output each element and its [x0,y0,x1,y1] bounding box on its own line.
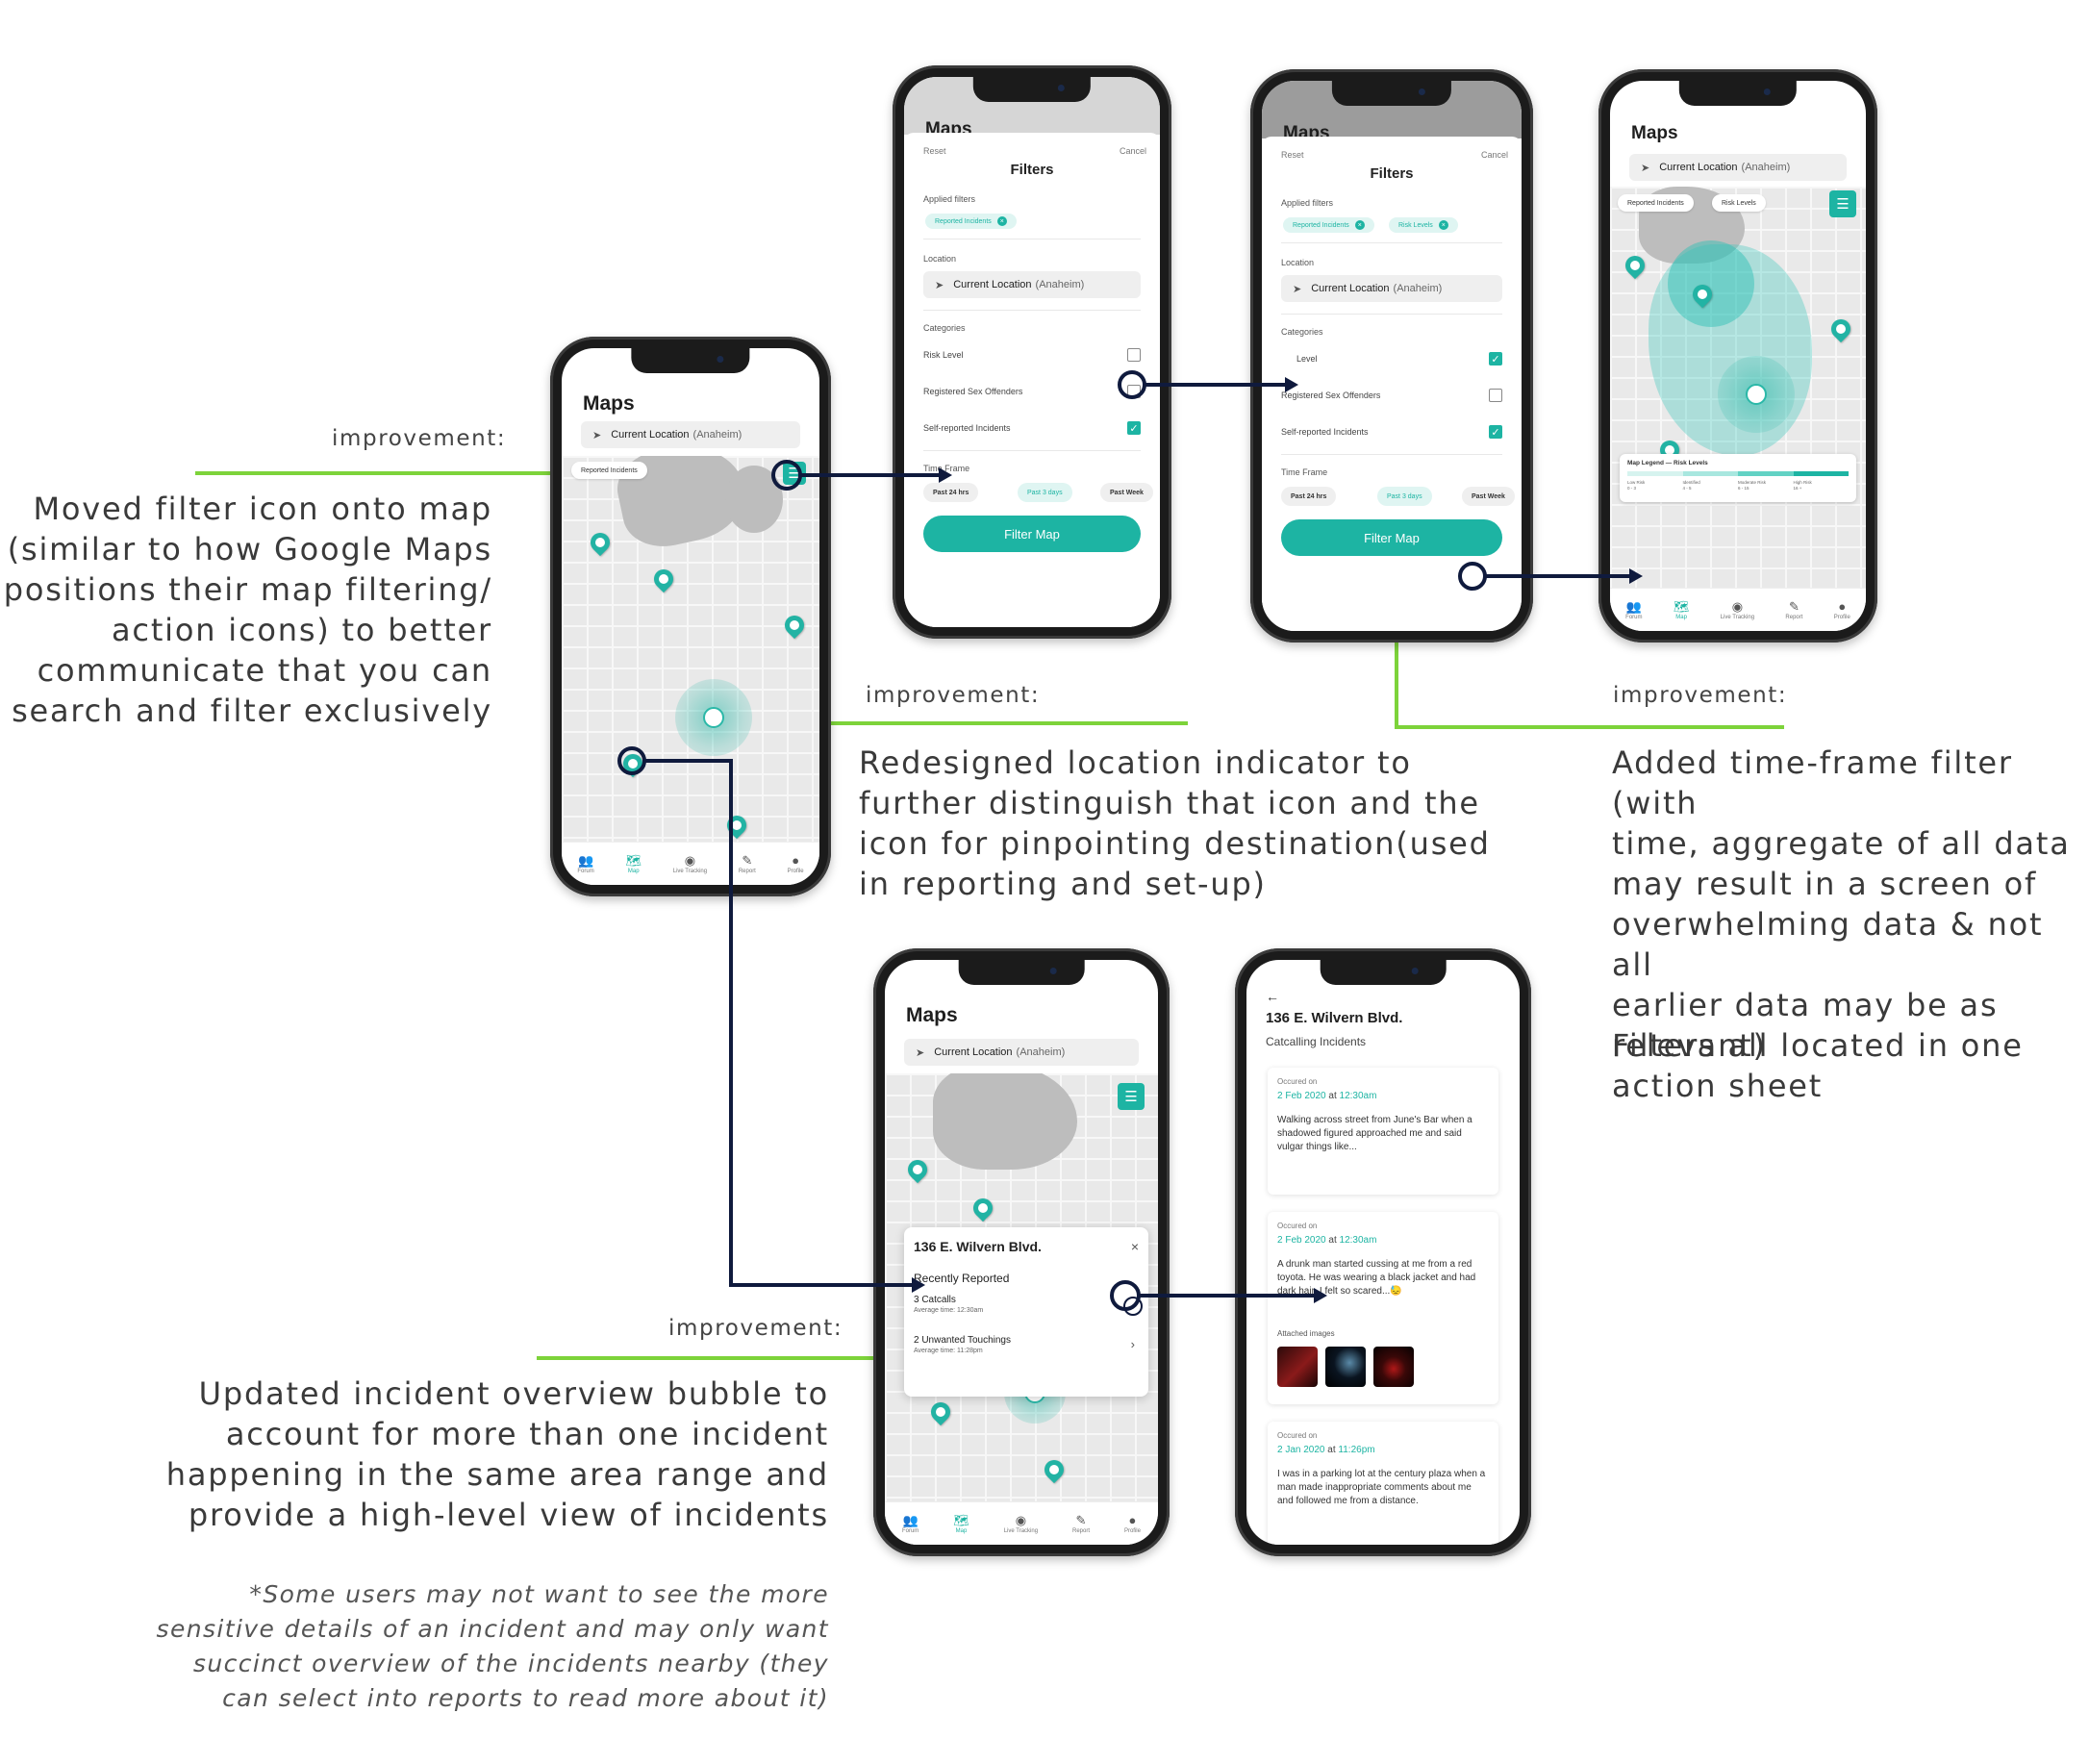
camera-dot [1764,88,1772,95]
phone-notch [972,77,1092,102]
flow-connectors [617,370,1643,1311]
arrowhead [939,467,952,483]
connector-circle [1110,1280,1141,1311]
phone-notch [958,960,1085,985]
camera-dot [1049,968,1057,974]
camera-dot [1418,88,1425,95]
connector-circle [617,746,646,775]
connector-circle [1118,370,1146,399]
arrowhead [1285,377,1298,392]
arrowhead [1629,568,1643,584]
phone-notch [1331,81,1452,106]
connector-circle [1458,562,1487,591]
arrowhead [912,1277,925,1293]
connector-circle [771,460,802,491]
camera-dot [1411,968,1419,974]
camera-dot [1058,85,1066,91]
phone-notch [1678,81,1798,106]
connector-line [644,759,916,1287]
phone-notch [1320,960,1447,985]
arrowhead [1314,1288,1327,1303]
camera-dot [717,356,724,363]
phone-notch [631,348,750,373]
